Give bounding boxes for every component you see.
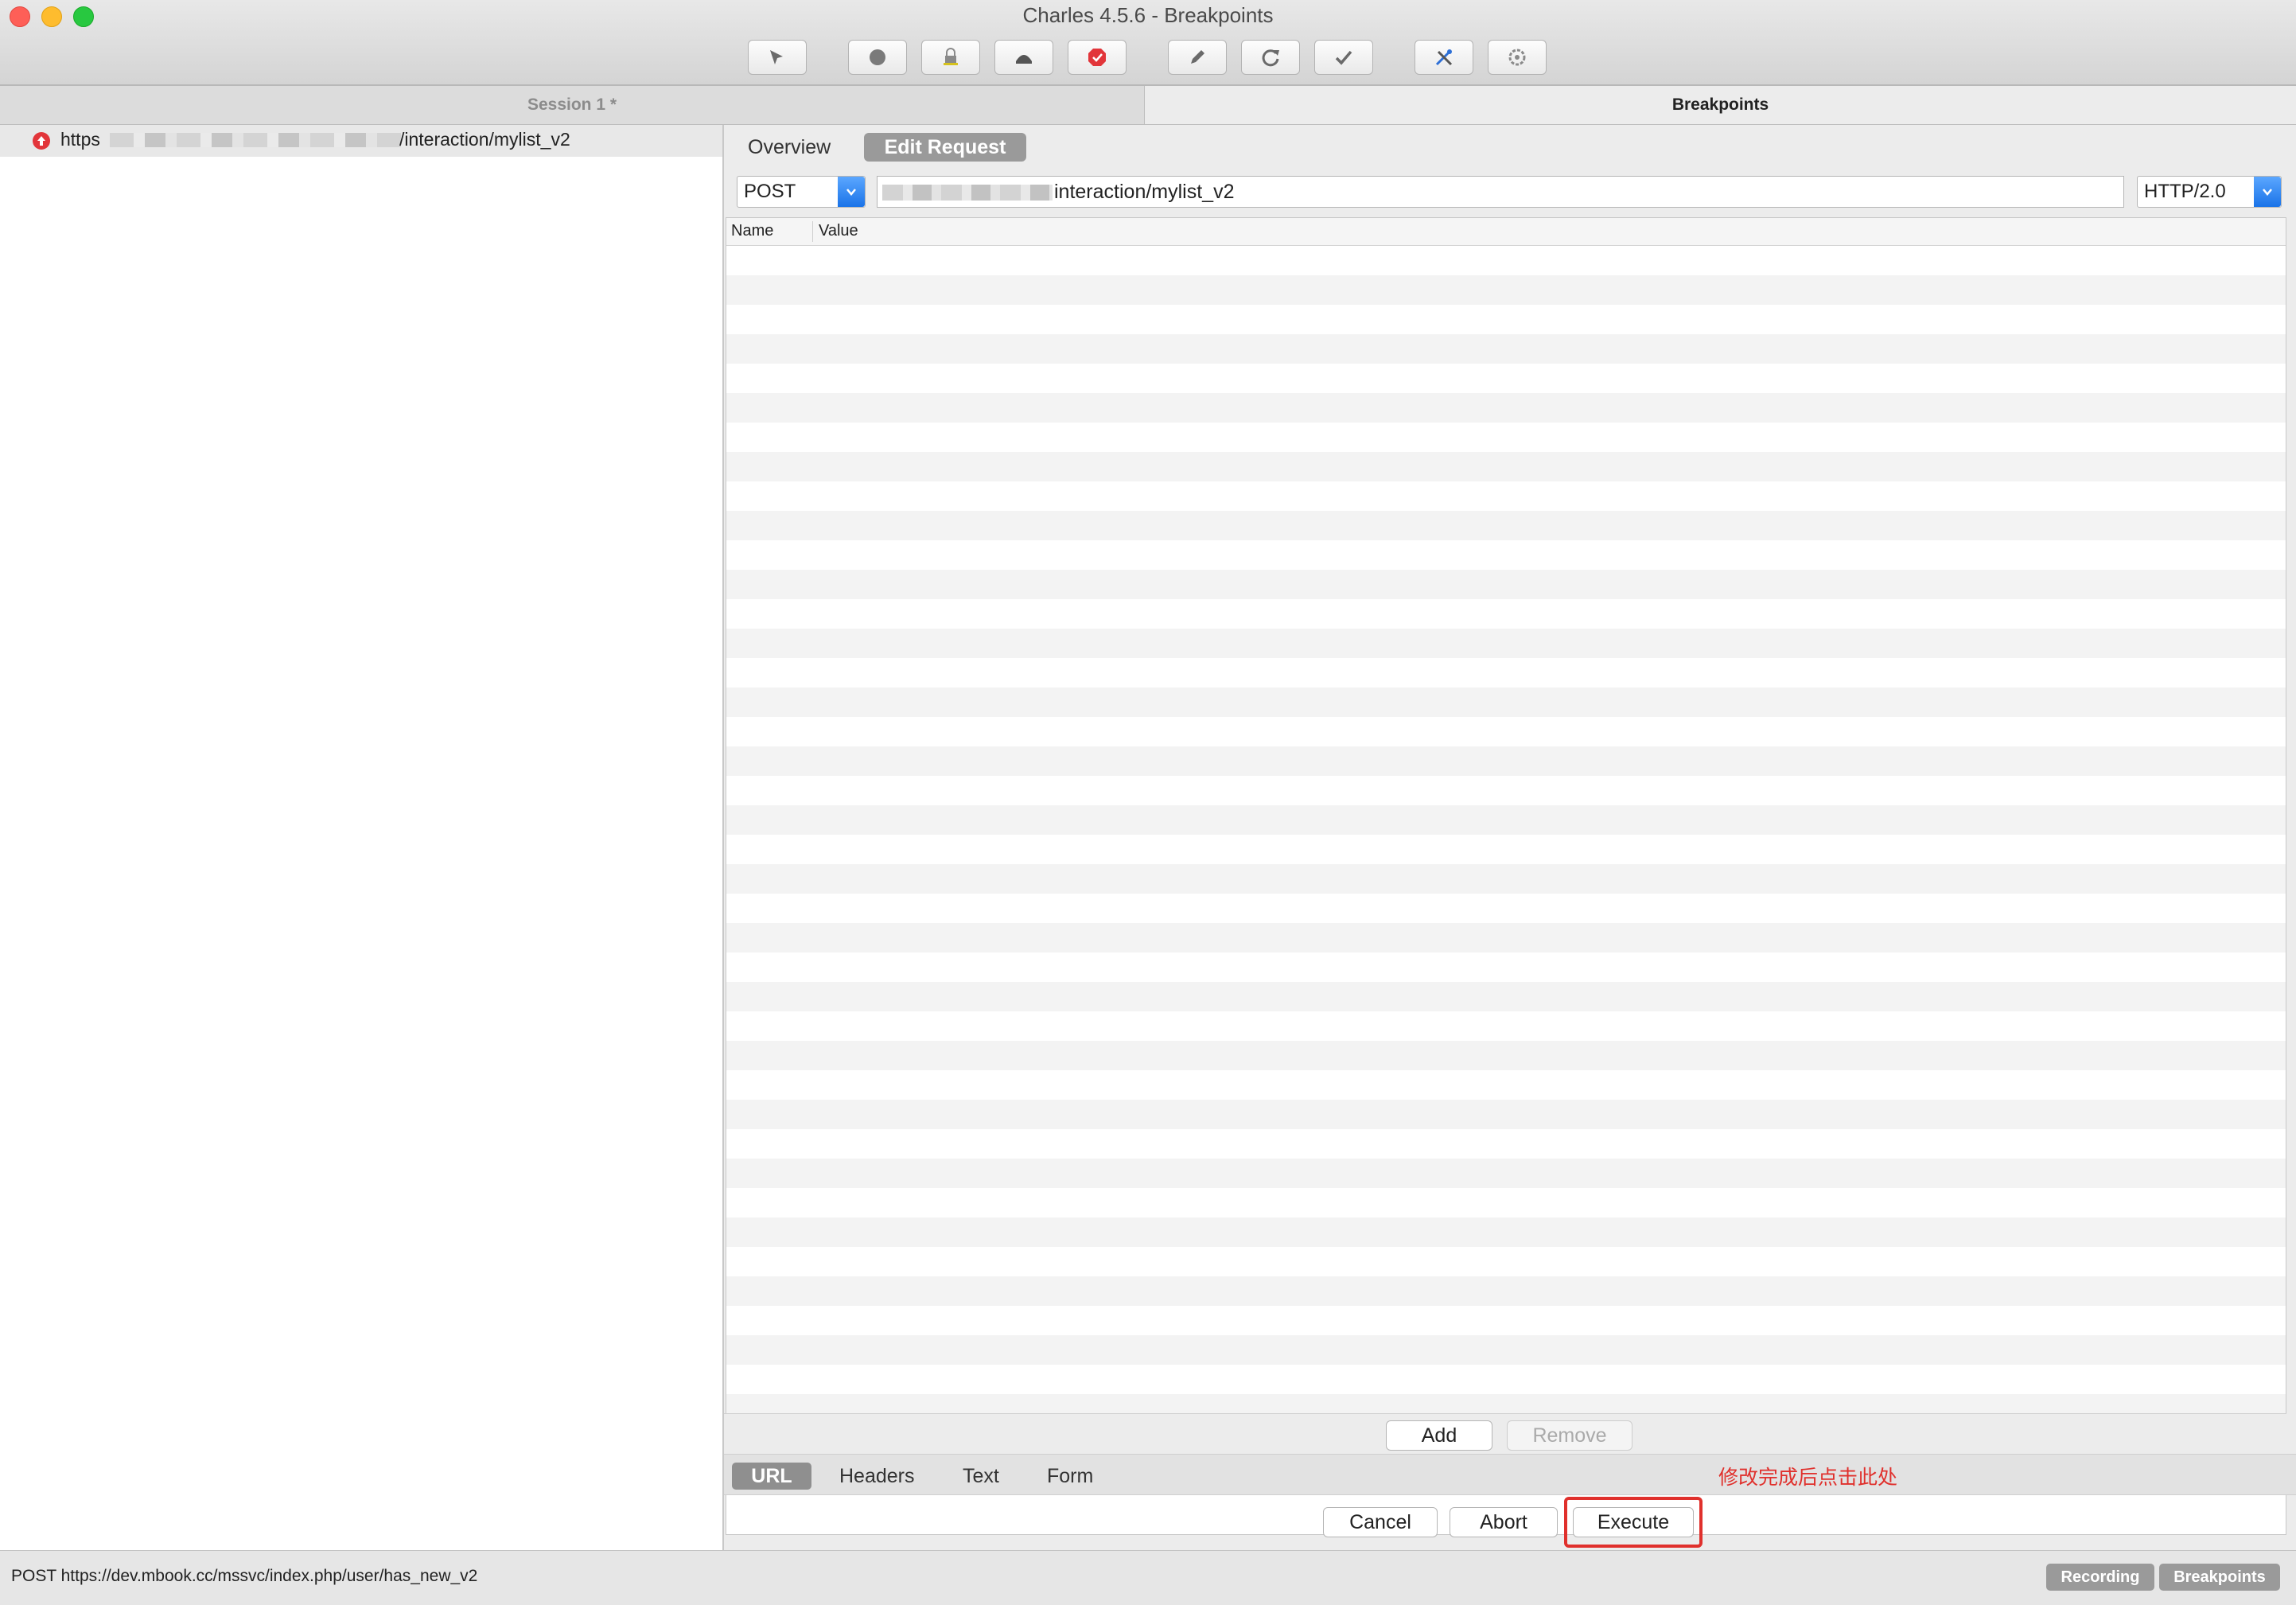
annotation-note: 修改完成后点击此处 [1718,1466,1898,1489]
add-button[interactable]: Add [1386,1420,1492,1451]
tab-breakpoints[interactable]: Breakpoints [1145,86,2296,125]
protocol-select[interactable]: HTTP/2.0 [2137,176,2282,208]
request-list-panel: https /interaction/mylist_v2 [0,125,724,1550]
request-url-prefix: https [60,129,100,150]
redacted-host [110,133,406,147]
clear-session-button[interactable] [748,40,807,75]
breakpoints-toggle-button[interactable] [1068,40,1127,75]
table-header: Name Value [726,218,2286,246]
record-icon [870,49,885,65]
validate-icon [1335,50,1352,65]
throttle-button[interactable] [994,40,1053,75]
remove-button[interactable]: Remove [1507,1420,1632,1451]
broom-icon [770,50,783,64]
abort-button[interactable]: Abort [1450,1507,1558,1537]
breakpoints-status-button[interactable]: Breakpoints [2159,1564,2280,1591]
method-value: POST [744,181,796,202]
cancel-button[interactable]: Cancel [1323,1507,1438,1537]
throttle-icon [1016,55,1032,64]
table-body[interactable] [726,246,2286,1414]
tools-icon [1435,49,1453,66]
status-bar: POST https://dev.mbook.cc/mssvc/index.ph… [0,1550,2296,1605]
tab-session[interactable]: Session 1 * [0,86,1145,125]
recording-button[interactable]: Recording [2046,1564,2154,1591]
window-title: Charles 4.5.6 - Breakpoints [1022,3,1274,27]
breakpoint-editor: Overview Edit Request POST interaction/m… [724,125,2296,1550]
method-select[interactable]: POST [737,176,866,208]
settings-icon [1508,49,1526,66]
title-bar: Charles 4.5.6 - Breakpoints [0,0,2296,86]
settings-button[interactable] [1488,40,1547,75]
request-url-path: /interaction/mylist_v2 [399,129,570,150]
body-view-tabs: URL Headers Text Form [724,1454,2296,1495]
chevron-down-icon [2254,177,2281,207]
tab-form[interactable]: Form [1047,1463,1093,1490]
protocol-value: HTTP/2.0 [2144,181,2226,202]
breakpoints-icon [1088,49,1106,66]
compose-button[interactable] [1168,40,1227,75]
url-value: interaction/mylist_v2 [1054,181,1235,203]
tab-overview[interactable]: Overview [748,133,831,162]
redacted-host [882,185,1053,201]
chevron-down-icon [838,177,865,207]
parameters-table[interactable]: Name Value [726,217,2286,1535]
column-divider[interactable] [812,221,813,242]
ssl-proxy-button[interactable] [921,40,980,75]
tab-text[interactable]: Text [963,1463,999,1490]
upload-arrow-icon [33,132,50,150]
ssl-proxy-icon [944,48,958,65]
validate-button[interactable] [1314,40,1373,75]
compose-icon [1191,50,1204,64]
annotation-highlight-box [1564,1497,1703,1548]
table-actions: Add Remove [724,1413,2286,1454]
column-header-name[interactable]: Name [731,222,773,240]
repeat-button[interactable] [1241,40,1300,75]
tab-url[interactable]: URL [732,1463,811,1490]
column-header-value[interactable]: Value [819,222,858,240]
url-field[interactable]: interaction/mylist_v2 [877,176,2124,208]
tab-edit-request[interactable]: Edit Request [864,133,1026,162]
status-text: POST https://dev.mbook.cc/mssvc/index.ph… [11,1567,478,1585]
tab-headers[interactable]: Headers [839,1463,915,1490]
tools-button[interactable] [1415,40,1473,75]
repeat-icon [1262,49,1279,67]
request-list-item[interactable]: https /interaction/mylist_v2 [0,125,722,157]
record-button[interactable] [848,40,907,75]
